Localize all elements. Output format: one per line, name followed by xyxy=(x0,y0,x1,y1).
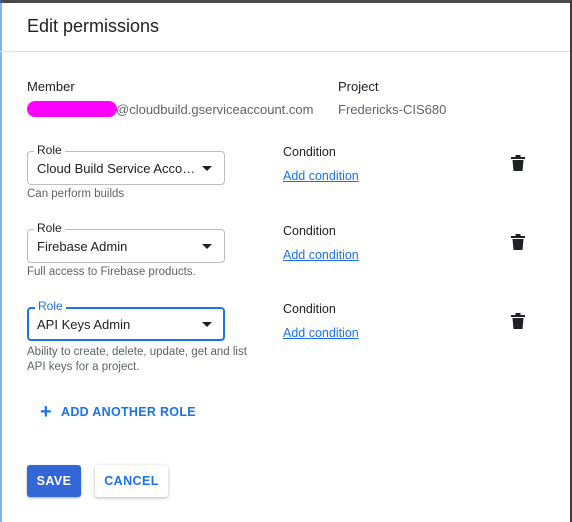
add-condition-link-2[interactable]: Add condition xyxy=(283,248,359,262)
role-legend: Role xyxy=(34,221,65,235)
delete-role-3-trash-icon[interactable] xyxy=(511,313,525,329)
add-another-role-button[interactable]: + ADD ANOTHER ROLE xyxy=(40,401,196,423)
redacted-member-name xyxy=(27,101,117,117)
plus-icon: + xyxy=(40,401,52,423)
dropdown-arrow-icon xyxy=(202,322,212,327)
dropdown-arrow-icon xyxy=(202,166,212,171)
role-legend: Role xyxy=(35,299,66,313)
member-email-suffix: @cloudbuild.gserviceaccount.com xyxy=(116,102,314,117)
condition-label-1: Condition xyxy=(283,145,336,159)
condition-label-3: Condition xyxy=(283,302,336,316)
cancel-button[interactable]: CANCEL xyxy=(95,465,168,497)
add-another-role-label: ADD ANOTHER ROLE xyxy=(61,405,196,419)
role-description-3: Ability to create, delete, update, get a… xyxy=(27,345,267,375)
dialog-title: Edit permissions xyxy=(27,16,160,36)
role-value: Cloud Build Service Account xyxy=(37,161,197,176)
role-select-1[interactable]: Role Cloud Build Service Account xyxy=(27,143,225,185)
save-button[interactable]: SAVE xyxy=(27,465,81,497)
role-select-2[interactable]: Role Firebase Admin xyxy=(27,221,225,263)
role-description-line: API keys for a project. xyxy=(27,361,140,373)
add-condition-link-1[interactable]: Add condition xyxy=(283,169,359,183)
role-value: Firebase Admin xyxy=(37,239,128,254)
role-value: API Keys Admin xyxy=(37,317,131,332)
condition-label-2: Condition xyxy=(283,224,336,238)
role-description-1: Can perform builds xyxy=(27,188,125,200)
role-legend: Role xyxy=(34,143,65,157)
role-description-line: Ability to create, delete, update, get a… xyxy=(27,346,247,358)
role-select-3[interactable]: Role API Keys Admin xyxy=(27,299,225,341)
project-value: Fredericks-CIS680 xyxy=(338,102,447,117)
delete-role-1-trash-icon[interactable] xyxy=(511,155,525,171)
project-label: Project xyxy=(338,79,379,94)
role-description-2: Full access to Firebase products. xyxy=(27,266,196,278)
member-label: Member xyxy=(27,79,75,94)
add-condition-link-3[interactable]: Add condition xyxy=(283,326,359,340)
window-top-border xyxy=(0,0,572,3)
window-left-edge xyxy=(0,0,2,522)
delete-role-2-trash-icon[interactable] xyxy=(511,234,525,250)
title-divider xyxy=(0,51,570,52)
dropdown-arrow-icon xyxy=(202,244,212,249)
